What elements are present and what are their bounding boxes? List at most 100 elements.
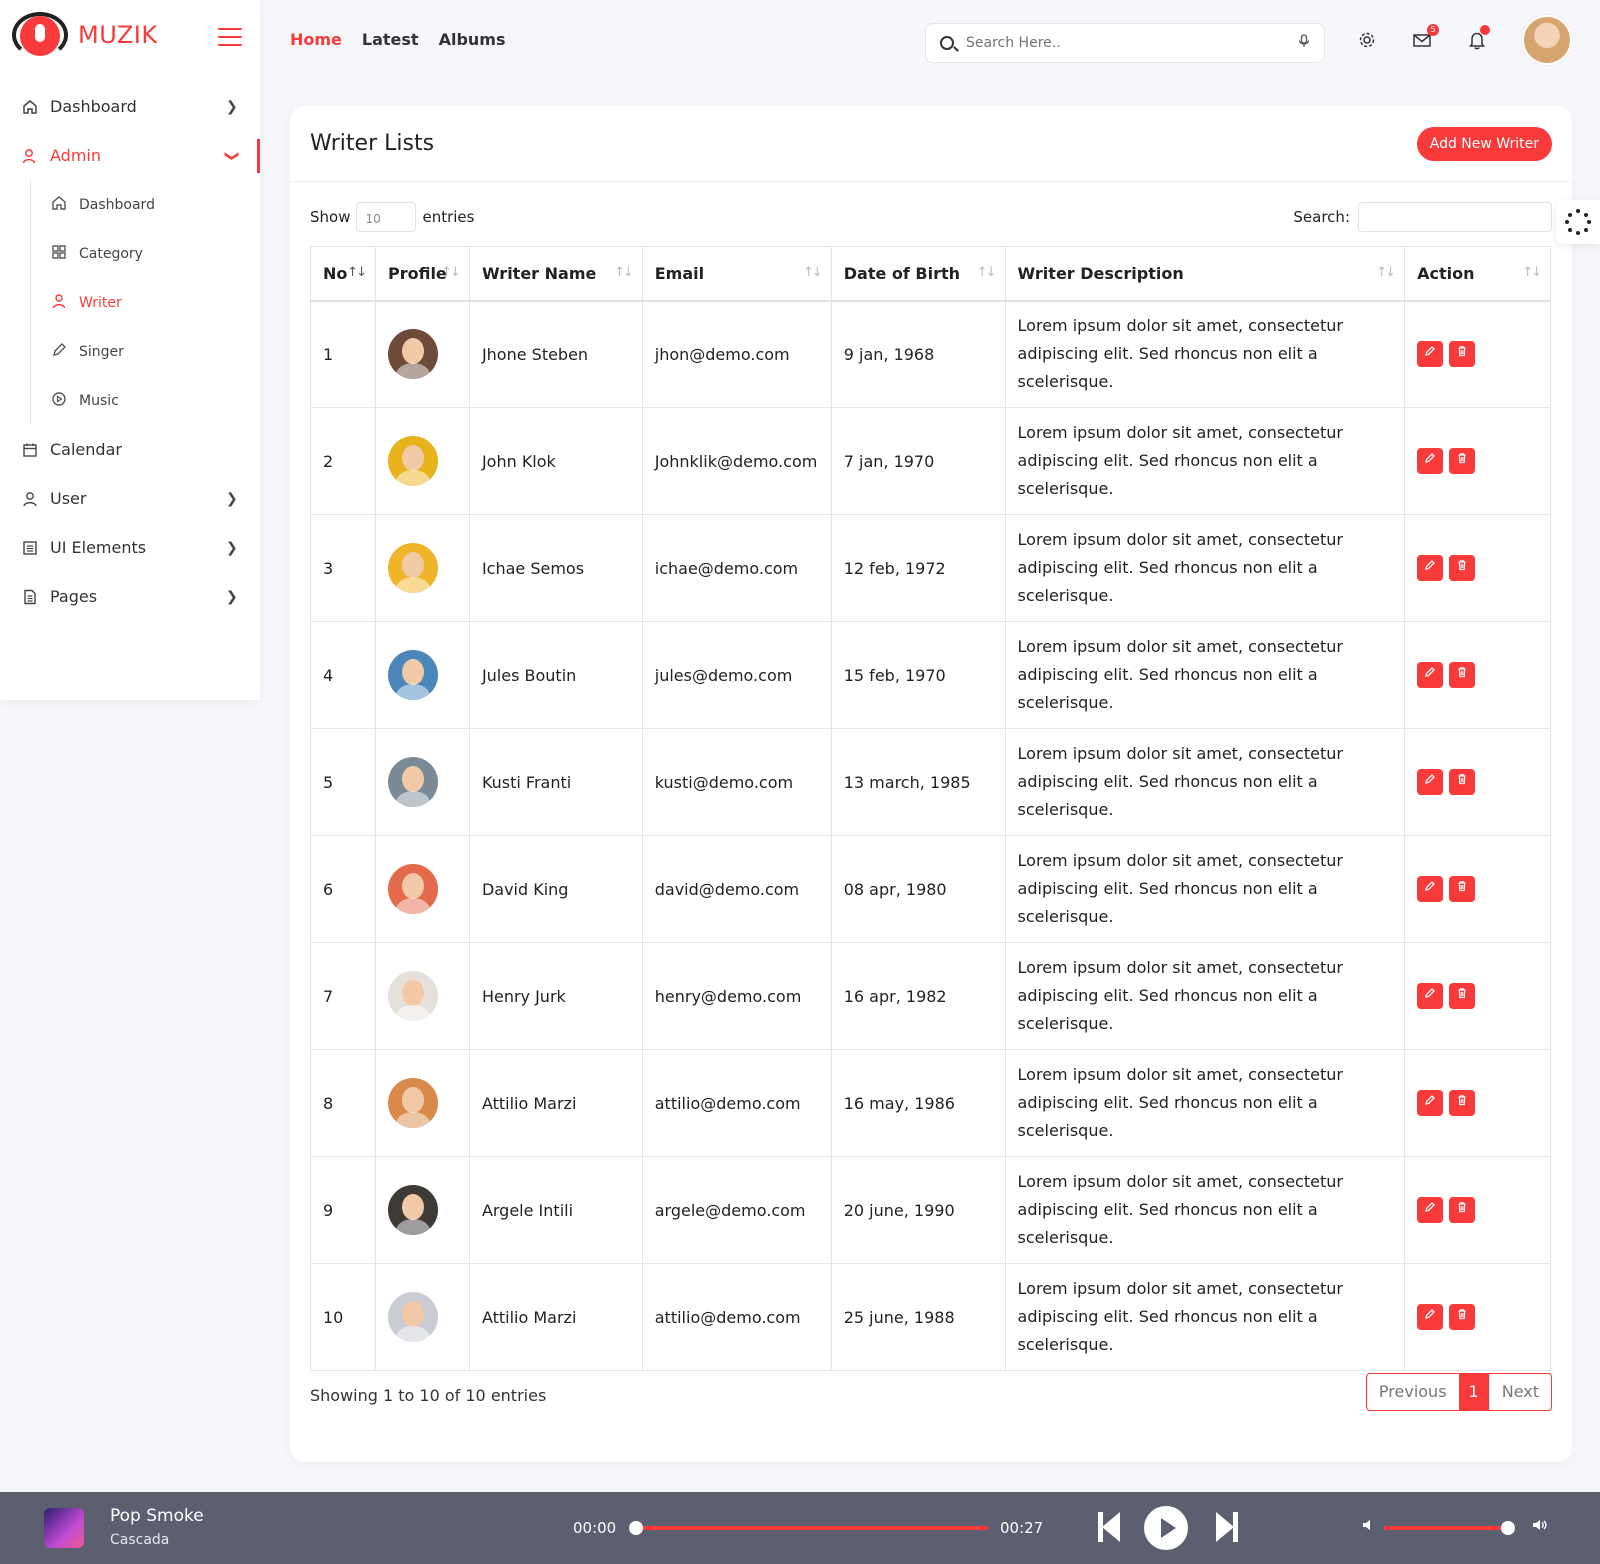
delete-icon[interactable]: [1449, 662, 1476, 688]
cell-email: attilio@demo.com: [641, 1263, 832, 1371]
cell-action: [1404, 1049, 1551, 1157]
delete-icon[interactable]: [1449, 983, 1476, 1009]
delete-icon[interactable]: [1449, 1197, 1476, 1223]
delete-icon[interactable]: [1449, 555, 1476, 581]
mail-icon[interactable]: 5: [1413, 24, 1439, 53]
column-header-writer-description[interactable]: Writer Description ↑↓: [1004, 246, 1406, 302]
sidebar-item-admin[interactable]: Admin ❯: [0, 131, 260, 180]
hamburger-menu-icon[interactable]: [218, 28, 242, 48]
sidebar-item-dashboard[interactable]: Dashboard ❯: [0, 82, 260, 131]
submenu-item-singer[interactable]: Singer: [31, 327, 260, 376]
delete-icon[interactable]: [1449, 876, 1476, 902]
column-header-date-of-birth[interactable]: Date of Birth ↑↓: [830, 246, 1006, 302]
edit-icon[interactable]: [1417, 341, 1444, 368]
cell-writer-name: Henry Jurk: [468, 942, 643, 1050]
volume-knob[interactable]: [1500, 1521, 1515, 1535]
table-search-input[interactable]: [1358, 202, 1552, 232]
sidebar-item-label: Admin: [50, 146, 101, 165]
cell-no: 5: [310, 728, 376, 836]
cell-writer-name: John Klok: [468, 407, 643, 515]
chevron-right-icon: ❯: [226, 539, 238, 556]
avatar[interactable]: [387, 436, 438, 486]
delete-icon[interactable]: [1449, 1304, 1476, 1330]
volume-low-icon[interactable]: [1362, 1518, 1376, 1536]
user-avatar[interactable]: [1522, 15, 1572, 65]
bell-icon[interactable]: [1468, 25, 1490, 55]
delete-icon[interactable]: [1449, 1090, 1476, 1116]
column-header-no[interactable]: No ↑↓: [310, 246, 376, 302]
volume-high-icon[interactable]: [1532, 1518, 1548, 1536]
settings-spinner-icon[interactable]: [1556, 200, 1600, 244]
submenu-item-writer[interactable]: Writer: [31, 278, 260, 327]
search-input[interactable]: [966, 35, 1298, 51]
table-row: 7 Henry Jurk henry@demo.com 16 apr, 1982 Lor…: [310, 942, 1551, 1050]
cell-profile: [374, 300, 470, 408]
submenu-item-dashboard[interactable]: Dashboard: [31, 180, 260, 229]
previous-button[interactable]: Previous: [1367, 1374, 1459, 1410]
entries-select[interactable]: 10: [356, 202, 417, 232]
progress-bar[interactable]: [629, 1521, 988, 1535]
sort-icon: ↑↓: [347, 265, 367, 280]
avatar[interactable]: [387, 650, 438, 700]
avatar[interactable]: [387, 864, 438, 914]
entries-control: Show 10 entries: [310, 202, 474, 232]
sidebar-item-user[interactable]: User ❯: [0, 474, 260, 523]
submenu-item-music[interactable]: Music: [31, 376, 260, 425]
gear-icon[interactable]: [1358, 31, 1376, 54]
cell-action: [1404, 835, 1551, 943]
volume-slider[interactable]: [1384, 1521, 1515, 1535]
edit-icon[interactable]: [1417, 1197, 1444, 1223]
sidebar-item-label: Pages: [50, 587, 98, 606]
column-header-action[interactable]: Action ↑↓: [1404, 246, 1551, 302]
edit-icon[interactable]: [1417, 662, 1444, 688]
avatar[interactable]: [387, 1078, 438, 1128]
cell-action: [1404, 300, 1551, 408]
delete-icon[interactable]: [1449, 341, 1476, 368]
skip-next-icon[interactable]: [1214, 1512, 1238, 1542]
microphone-icon[interactable]: [1298, 34, 1310, 52]
delete-icon[interactable]: [1449, 448, 1476, 474]
avatar[interactable]: [387, 1292, 438, 1342]
nav-home[interactable]: Home: [290, 30, 342, 49]
brand[interactable]: MUZIK: [12, 12, 158, 58]
avatar[interactable]: [387, 757, 438, 807]
song-artist: Cascada: [110, 1532, 170, 1548]
cell-profile: [374, 1156, 470, 1264]
edit-icon[interactable]: [1417, 1090, 1444, 1116]
sidebar-item-pages[interactable]: Pages ❯: [0, 572, 260, 621]
column-header-writer-name[interactable]: Writer Name ↑↓: [468, 246, 643, 302]
cell-dob: 25 june, 1988: [830, 1263, 1006, 1371]
nav-albums[interactable]: Albums: [439, 30, 506, 49]
list-icon: [22, 540, 38, 556]
nav-latest[interactable]: Latest: [362, 30, 419, 49]
sidebar-item-ui-elements[interactable]: UI Elements ❯: [0, 523, 260, 572]
cell-writer-name: David King: [468, 835, 643, 943]
column-header-profile[interactable]: Profile ↑↓: [374, 246, 470, 302]
cell-profile: [374, 728, 470, 836]
submenu-item-label: Dashboard: [79, 196, 155, 213]
submenu-item-category[interactable]: Category: [31, 229, 260, 278]
edit-icon[interactable]: [1417, 1304, 1444, 1330]
edit-icon[interactable]: [1417, 448, 1444, 474]
skip-previous-icon[interactable]: [1098, 1512, 1122, 1542]
edit-icon[interactable]: [1417, 876, 1444, 902]
next-button[interactable]: Next: [1488, 1374, 1551, 1410]
avatar[interactable]: [387, 971, 438, 1021]
edit-icon[interactable]: [1417, 769, 1444, 795]
avatar[interactable]: [387, 329, 438, 380]
delete-icon[interactable]: [1449, 769, 1476, 795]
chevron-right-icon: ❯: [226, 490, 238, 507]
page-button-current[interactable]: 1: [1458, 1374, 1489, 1410]
play-icon[interactable]: [1144, 1506, 1188, 1550]
sort-icon: ↑↓: [613, 265, 634, 280]
progress-knob[interactable]: [629, 1521, 643, 1535]
table-header-row: No ↑↓ Profile ↑↓ Writer Name ↑↓ Email ↑↓ Dat…: [310, 246, 1551, 302]
add-new-writer-button[interactable]: Add New Writer: [1416, 126, 1552, 161]
avatar[interactable]: [387, 1185, 438, 1235]
avatar[interactable]: [387, 543, 438, 593]
cell-description: Lorem ipsum dolor sit amet, consectetur …: [1004, 942, 1406, 1050]
sidebar-item-calendar[interactable]: Calendar: [0, 425, 260, 474]
column-header-email[interactable]: Email ↑↓: [641, 246, 832, 302]
edit-icon[interactable]: [1417, 983, 1444, 1009]
edit-icon[interactable]: [1417, 555, 1444, 581]
